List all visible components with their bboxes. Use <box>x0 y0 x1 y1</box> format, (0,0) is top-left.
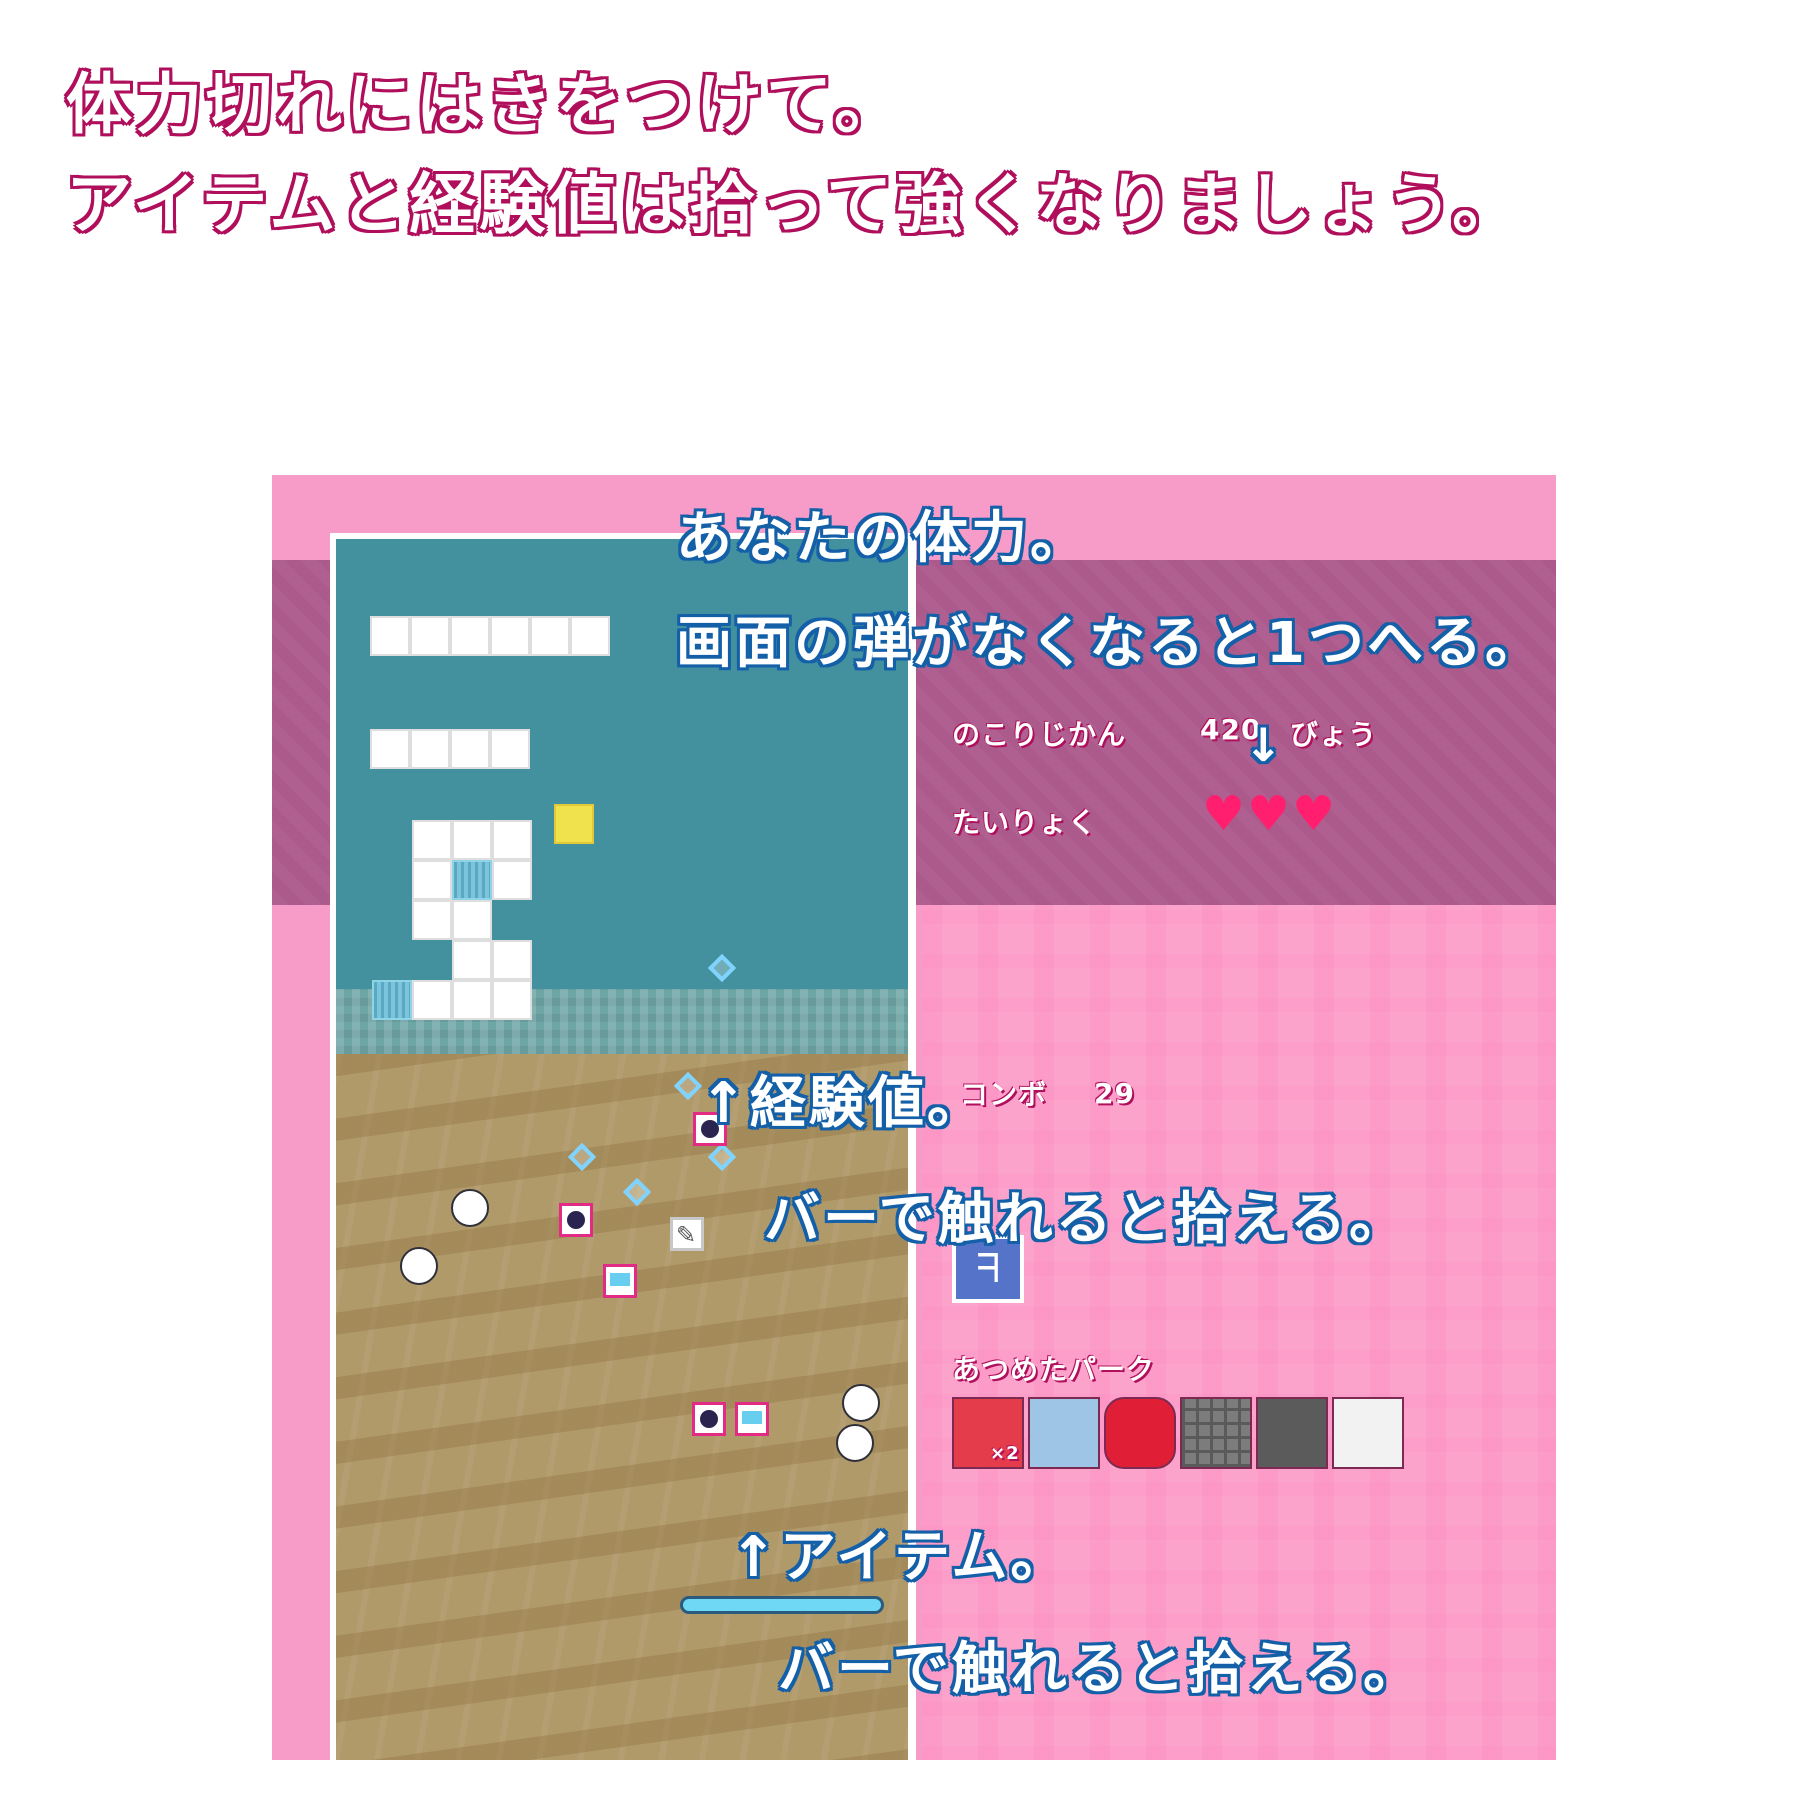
brick <box>530 616 570 656</box>
gear-item-icon: ✎ <box>670 1217 704 1251</box>
combo-value: 29 <box>1094 1077 1135 1110</box>
red-tag-icon: ×2 <box>952 1397 1024 1469</box>
callout-hp-arrow: ↓ <box>1244 718 1286 772</box>
brick <box>412 900 452 940</box>
brick <box>490 616 530 656</box>
screen-item-icon <box>603 1264 637 1298</box>
heading-line-1: 体力切れにはきをつけて。 <box>66 66 905 143</box>
heart-icon: ♥ <box>1292 786 1336 842</box>
heart-icon: ♥ <box>1247 786 1291 842</box>
brick <box>410 729 450 769</box>
ball <box>400 1247 438 1285</box>
brick <box>370 616 410 656</box>
brick <box>412 860 452 900</box>
dumbbell-icon <box>1256 1397 1328 1469</box>
brick <box>412 820 452 860</box>
brick <box>492 860 532 900</box>
brick <box>452 820 492 860</box>
callout-exp-line1: ↑経験値。 <box>700 1071 986 1136</box>
brick <box>452 900 492 940</box>
gold-brick <box>554 804 594 844</box>
time-label: のこりじかん <box>952 718 1127 751</box>
callout-item-line2: バーで触れると拾える。 <box>778 1637 1422 1702</box>
ball <box>836 1424 874 1462</box>
calculator-icon <box>1332 1397 1404 1469</box>
hp-label: たいりょく <box>952 806 1098 839</box>
brick <box>410 616 450 656</box>
ball <box>842 1384 880 1422</box>
red-ring-icon <box>1104 1397 1176 1469</box>
bomb-item-icon <box>559 1203 593 1237</box>
screen-item-icon <box>735 1402 769 1436</box>
ice-brick <box>452 860 492 900</box>
brick <box>450 616 490 656</box>
brick <box>412 980 452 1020</box>
brick <box>452 980 492 1020</box>
perks-label: あつめたパーク <box>952 1353 1156 1386</box>
leaf-icon <box>1028 1397 1100 1469</box>
perk-multiplier: ×2 <box>990 1443 1020 1464</box>
callout-hp-line1: あなたの体力。 <box>676 506 1089 571</box>
brick <box>490 729 530 769</box>
brick <box>450 729 490 769</box>
callout-hp-line2: 画面の弾がなくなると1つへる。 <box>676 611 1544 676</box>
callout-item-line1: ↑アイテム。 <box>730 1525 1070 1590</box>
time-unit: びょう <box>1290 718 1378 751</box>
brick <box>452 940 492 980</box>
brick <box>492 820 532 860</box>
brick <box>492 980 532 1020</box>
paddle-bar[interactable] <box>680 1596 884 1614</box>
brick <box>492 940 532 980</box>
callout-exp-line2: バーで触れると拾える。 <box>764 1187 1408 1252</box>
grey-grid-icon <box>1180 1397 1252 1469</box>
ball <box>451 1189 489 1227</box>
brick <box>570 616 610 656</box>
heading-line-2: アイテムと経験値は拾って強くなりましょう。 <box>66 166 1523 243</box>
brick <box>370 729 410 769</box>
bomb-item-icon <box>692 1402 726 1436</box>
side-panel <box>922 905 1556 1760</box>
ice-brick <box>372 980 412 1020</box>
heart-icon: ♥ <box>1202 786 1246 842</box>
